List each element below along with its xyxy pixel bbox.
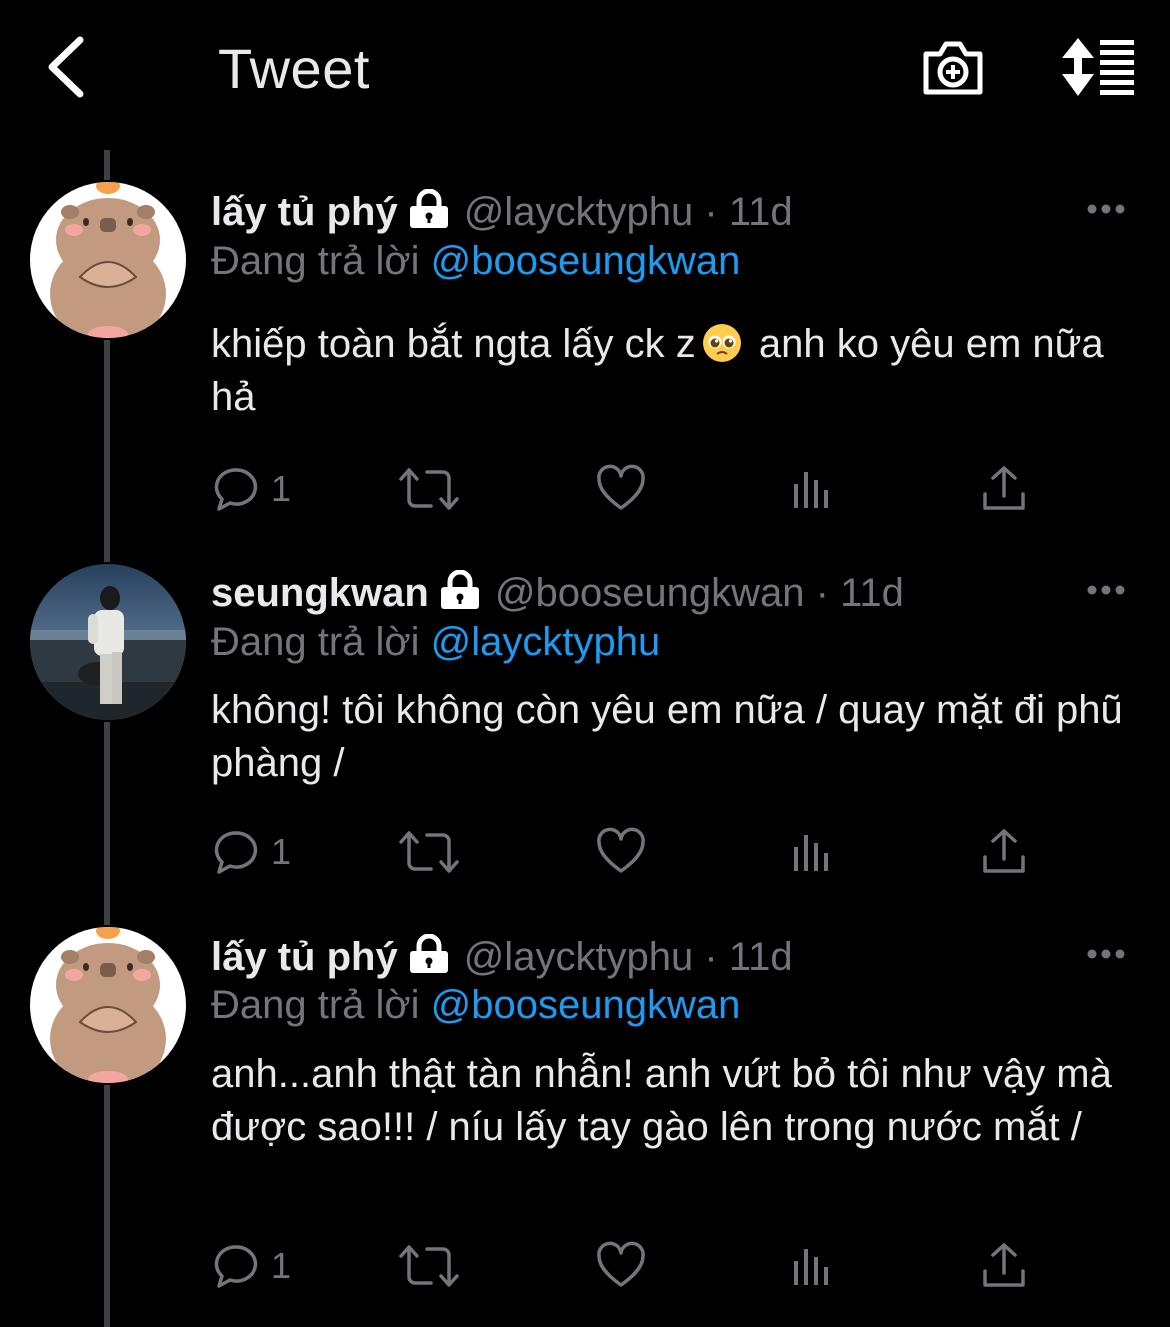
timestamp[interactable]: 11d bbox=[729, 935, 793, 979]
separator-dot: · bbox=[804, 571, 841, 615]
more-options-icon[interactable] bbox=[1086, 584, 1126, 596]
share-icon bbox=[983, 466, 1025, 510]
reply-icon bbox=[214, 831, 258, 874]
avatar[interactable] bbox=[30, 564, 186, 720]
page-title: Tweet bbox=[218, 37, 370, 100]
replying-to: Đang trả lời @booseungkwan bbox=[211, 237, 740, 285]
user-handle[interactable]: @laycktyphu bbox=[464, 190, 694, 234]
display-name[interactable]: lấy tủ phý bbox=[211, 190, 398, 234]
heart-icon bbox=[597, 827, 645, 873]
reply-to-handle[interactable]: @booseungkwan bbox=[431, 983, 741, 1027]
retweet-button[interactable] bbox=[399, 464, 459, 514]
lock-icon bbox=[409, 934, 448, 973]
more-options-icon[interactable] bbox=[1086, 203, 1126, 215]
timestamp[interactable]: 11d bbox=[729, 190, 793, 234]
heart-icon bbox=[597, 1241, 645, 1287]
beach-photo-avatar-image bbox=[30, 564, 186, 720]
tweet-text: không! tôi không còn yêu em nữa / quay m… bbox=[211, 688, 1123, 785]
thread-line bbox=[104, 150, 110, 180]
analytics-icon bbox=[794, 835, 828, 871]
like-button[interactable] bbox=[596, 827, 646, 877]
reply-to-handle[interactable]: @booseungkwan bbox=[431, 239, 741, 283]
analytics-button[interactable] bbox=[791, 827, 835, 877]
retweet-icon bbox=[399, 831, 459, 873]
share-button[interactable] bbox=[981, 827, 1027, 877]
back-arrow-icon[interactable] bbox=[42, 34, 92, 100]
heart-icon bbox=[597, 464, 645, 510]
thread-line bbox=[104, 340, 110, 562]
analytics-button[interactable] bbox=[791, 1241, 835, 1291]
tweet-header: lấy tủ phý @laycktyphu · 11d bbox=[211, 933, 793, 981]
tweet-text: khiếp toàn bắt ngta lấy ck z anh ko yêu … bbox=[211, 318, 1141, 424]
reply-count: 1 bbox=[271, 468, 292, 509]
analytics-button[interactable] bbox=[791, 464, 835, 514]
display-name[interactable]: lấy tủ phý bbox=[211, 935, 398, 979]
share-button[interactable] bbox=[981, 464, 1027, 514]
reply-count: 1 bbox=[271, 1245, 292, 1286]
tweet-actions: 1 bbox=[211, 464, 1071, 514]
separator-dot: · bbox=[693, 935, 729, 979]
lock-icon bbox=[440, 570, 479, 609]
reply-icon bbox=[214, 468, 258, 511]
separator-dot: · bbox=[693, 190, 729, 234]
replying-label: Đang trả lời bbox=[211, 620, 420, 664]
reply-icon bbox=[214, 1245, 258, 1288]
pleading-face-emoji bbox=[702, 324, 741, 362]
replying-label: Đang trả lời bbox=[211, 239, 420, 283]
reply-count: 1 bbox=[271, 831, 292, 872]
capybara-avatar-image bbox=[30, 927, 186, 1083]
analytics-icon bbox=[794, 1249, 828, 1285]
top-bar: Tweet bbox=[0, 0, 1170, 135]
replying-to: Đang trả lời @laycktyphu bbox=[211, 618, 660, 666]
tweet-header: seungkwan @booseungkwan · 11d bbox=[211, 569, 904, 617]
avatar[interactable] bbox=[30, 927, 186, 1083]
retweet-icon bbox=[399, 1245, 459, 1287]
share-button[interactable] bbox=[981, 1241, 1027, 1291]
display-name[interactable]: seungkwan bbox=[211, 571, 429, 615]
tweet-header: lấy tủ phý @laycktyphu · 11d bbox=[211, 188, 793, 236]
reply-button[interactable]: 1 bbox=[211, 1241, 291, 1291]
avatar[interactable] bbox=[30, 182, 186, 338]
retweet-button[interactable] bbox=[399, 827, 459, 877]
share-icon bbox=[983, 829, 1025, 873]
like-button[interactable] bbox=[596, 464, 646, 514]
sort-icon[interactable] bbox=[1058, 36, 1136, 98]
replying-label: Đang trả lời bbox=[211, 983, 420, 1027]
like-button[interactable] bbox=[596, 1241, 646, 1291]
reply-to-handle[interactable]: @laycktyphu bbox=[431, 620, 661, 664]
retweet-button[interactable] bbox=[399, 1241, 459, 1291]
thread-line bbox=[104, 1085, 110, 1327]
replying-to: Đang trả lời @booseungkwan bbox=[211, 981, 740, 1029]
more-options-icon[interactable] bbox=[1086, 948, 1126, 960]
thread-line bbox=[104, 722, 110, 925]
share-icon bbox=[983, 1243, 1025, 1287]
tweet-text: anh...anh thật tàn nhẫn! anh vứt bỏ tôi … bbox=[211, 1052, 1112, 1149]
user-handle[interactable]: @laycktyphu bbox=[464, 935, 694, 979]
lock-icon bbox=[409, 189, 448, 228]
tweet-actions: 1 bbox=[211, 1241, 1071, 1291]
timestamp[interactable]: 11d bbox=[840, 571, 904, 615]
reply-button[interactable]: 1 bbox=[211, 827, 291, 877]
camera-plus-icon[interactable] bbox=[920, 36, 986, 98]
retweet-icon bbox=[399, 468, 459, 510]
tweet-actions: 1 bbox=[211, 827, 1071, 877]
reply-button[interactable]: 1 bbox=[211, 464, 291, 514]
user-handle[interactable]: @booseungkwan bbox=[495, 571, 805, 615]
tweet-text-part: khiếp toàn bắt ngta lấy ck z bbox=[211, 322, 696, 366]
analytics-icon bbox=[794, 472, 828, 508]
capybara-avatar-image bbox=[30, 182, 186, 338]
